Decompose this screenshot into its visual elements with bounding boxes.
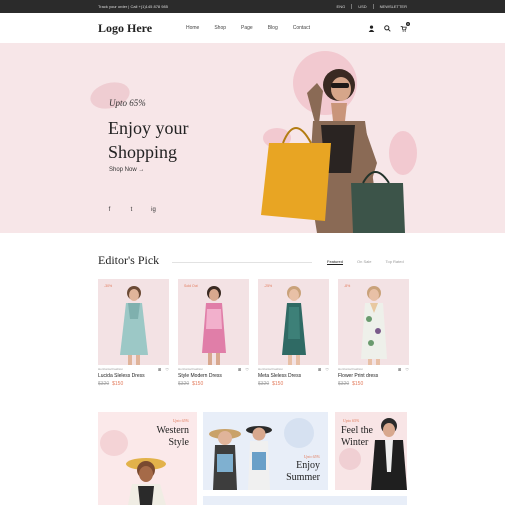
hero-headline-line1: Enjoy your (108, 118, 189, 138)
shop-now-label: Shop Now (109, 167, 137, 173)
tab-featured[interactable]: Featured (327, 259, 343, 264)
main-nav: Home Shop Page Blog Contact (186, 25, 310, 31)
dress-image (202, 286, 226, 365)
dress-image (120, 286, 148, 365)
product-meta: Horizontal Fashion ⊞ ♡ (258, 367, 329, 372)
nav-home[interactable]: Home (186, 25, 199, 31)
cart-icon[interactable]: ⊞ (398, 367, 401, 372)
hero-headline-line2: Shopping (108, 142, 178, 162)
topbar-right: ENG USD NEWSLETTER (337, 4, 407, 9)
discount-badge: -25% (264, 284, 273, 288)
divider (372, 4, 374, 9)
cart-count-badge: 0 (406, 21, 410, 26)
cart-icon[interactable]: ⊞ (318, 367, 321, 372)
product-price: $320 $150 (258, 381, 329, 387)
shop-now-link[interactable]: Shop Now → (109, 167, 144, 173)
discount-badge: -30% (104, 284, 113, 288)
product-brand: Horizontal Fashion (258, 367, 284, 371)
product-grid: -30% Horizontal Fashion ⊞ ♡ Lucida Sleles… (98, 279, 409, 387)
product-name[interactable]: Meta Sleless Dress (258, 373, 329, 379)
social-links: f t ig (105, 207, 158, 213)
old-price: $320 (338, 381, 350, 387)
new-price: $150 (192, 381, 204, 387)
product-image[interactable]: -30% (98, 279, 169, 365)
product-name[interactable]: Lucida Sleless Dress (98, 373, 169, 379)
facebook-icon[interactable]: f (105, 207, 114, 213)
cart-icon[interactable]: ⊞ (238, 367, 241, 372)
product-meta: Horizontal Fashion ⊞ ♡ (98, 367, 169, 372)
arrow-right-icon: → (138, 167, 145, 173)
discount-badge: -8% (344, 284, 351, 288)
cart-icon[interactable]: 0 (400, 21, 410, 32)
product-card[interactable]: Sold Out Horizontal Fashion ⊞ ♡ Style Mod… (178, 279, 249, 387)
hero-headline: Enjoy your Shopping (108, 116, 228, 164)
header-icons: 0 (368, 21, 410, 32)
hero-discount-text: Upto 65% (109, 98, 146, 108)
western-style-banner[interactable]: Upto 65% Western Style (98, 412, 197, 505)
user-icon[interactable] (368, 24, 375, 32)
product-image[interactable]: -25% (258, 279, 329, 365)
heart-icon[interactable]: ♡ (405, 367, 409, 372)
product-meta: Horizontal Fashion ⊞ ♡ (338, 367, 409, 372)
product-price: $320 $150 (338, 381, 409, 387)
divider (351, 4, 353, 9)
product-card[interactable]: -8% Horizontal Fashion ⊞ ♡ Flower Print d… (338, 279, 409, 387)
new-price: $150 (112, 381, 124, 387)
product-brand: Horizontal Fashion (178, 367, 204, 371)
section-title: Editor's Pick (98, 253, 160, 267)
summer-models-image (209, 426, 272, 490)
tab-on-sale[interactable]: On Sale (357, 259, 371, 264)
new-price: $150 (272, 381, 284, 387)
product-tabs: Featured On Sale Top Rated (327, 259, 404, 264)
nav-page[interactable]: Page (241, 25, 253, 31)
newsletter-link[interactable]: NEWSLETTER (380, 4, 407, 9)
enjoy-summer-banner[interactable]: Upto 65% Enjoy Summer (203, 412, 328, 490)
product-price: $320 $150 (98, 381, 169, 387)
language-selector[interactable]: ENG (337, 4, 346, 9)
old-price: $320 (178, 381, 190, 387)
new-price: $150 (352, 381, 364, 387)
heart-icon[interactable]: ♡ (245, 367, 249, 372)
old-price: $320 (98, 381, 110, 387)
heart-icon[interactable]: ♡ (325, 367, 329, 372)
product-price: $320 $150 (178, 381, 249, 387)
product-image[interactable]: Sold Out (178, 279, 249, 365)
product-meta: Horizontal Fashion ⊞ ♡ (178, 367, 249, 372)
product-card[interactable]: -30% Horizontal Fashion ⊞ ♡ Lucida Sleles… (98, 279, 169, 387)
heart-icon[interactable]: ♡ (165, 367, 169, 372)
instagram-icon[interactable]: ig (149, 207, 158, 213)
product-brand: Horizontal Fashion (98, 367, 124, 371)
product-brand: Horizontal Fashion (338, 367, 364, 371)
tab-top-rated[interactable]: Top Rated (385, 259, 403, 264)
top-bar: Track your order | Call +(1)145 878 985 … (0, 0, 505, 13)
product-name[interactable]: Style Modern Dress (178, 373, 249, 379)
product-name[interactable]: Flower Print dress (338, 373, 409, 379)
dress-image (282, 286, 306, 365)
divider (172, 262, 312, 263)
product-card[interactable]: -25% Horizontal Fashion ⊞ ♡ Meta Sleless … (258, 279, 329, 387)
western-model-image (126, 458, 166, 505)
discount-badge: Sold Out (184, 284, 198, 288)
search-icon[interactable] (384, 24, 391, 32)
site-header: Logo Here Home Shop Page Blog Contact 0 (0, 13, 505, 43)
hero-model-image (261, 51, 417, 233)
nav-blog[interactable]: Blog (268, 25, 278, 31)
feel-the-winter-banner[interactable]: Upto 65% Feel the Winter (335, 412, 407, 490)
dress-image (361, 286, 387, 365)
currency-selector[interactable]: USD (358, 4, 366, 9)
topbar-contact-text: Track your order | Call +(1)145 878 985 (98, 4, 168, 9)
winter-model-image (371, 418, 407, 490)
twitter-icon[interactable]: t (127, 207, 136, 213)
old-price: $320 (258, 381, 270, 387)
bottom-banner-strip[interactable] (203, 496, 407, 505)
product-image[interactable]: -8% (338, 279, 409, 365)
nav-shop[interactable]: Shop (214, 25, 226, 31)
hero-banner: Upto 65% Enjoy your Shopping Shop Now → … (0, 43, 505, 233)
site-logo[interactable]: Logo Here (98, 21, 186, 36)
nav-contact[interactable]: Contact (293, 25, 310, 31)
cart-icon[interactable]: ⊞ (158, 367, 161, 372)
